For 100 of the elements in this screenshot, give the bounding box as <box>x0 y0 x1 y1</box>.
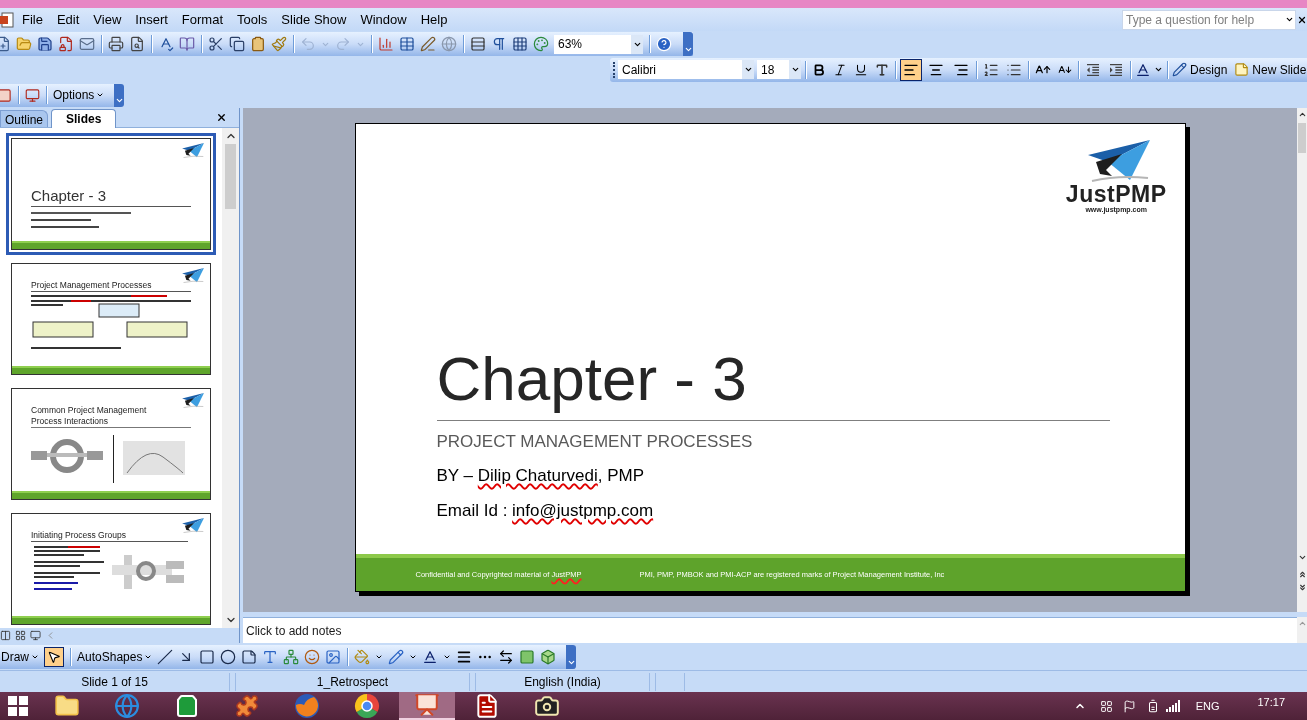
presentation-icon[interactable] <box>414 692 440 718</box>
pilcrow-icon[interactable] <box>491 36 507 52</box>
table-icon[interactable] <box>399 36 415 52</box>
email-icon[interactable] <box>79 36 95 52</box>
font-color-icon[interactable] <box>1135 61 1151 78</box>
scroll-down-icon[interactable] <box>1297 553 1307 562</box>
menu-item[interactable]: Help <box>420 11 448 28</box>
open-folder-icon[interactable] <box>16 36 32 52</box>
color-palette-icon[interactable] <box>533 36 549 52</box>
underline-icon[interactable] <box>854 62 868 77</box>
help-icon[interactable] <box>656 36 672 52</box>
menu-item[interactable]: View <box>93 11 122 28</box>
slide-thumbnail[interactable]: Chapter - 3 <box>6 133 216 255</box>
zoom-dropdown[interactable]: 63% <box>554 34 643 54</box>
start-icon[interactable] <box>8 696 28 716</box>
font-color-icon[interactable] <box>422 648 439 665</box>
new-slide-button[interactable]: New Slide <box>1234 60 1307 79</box>
shopping-bag-icon[interactable] <box>175 694 199 718</box>
autoshapes-menu-button[interactable]: AutoShapes <box>77 647 153 666</box>
font-size-dropdown[interactable]: 18 <box>757 60 801 79</box>
print-preview-icon[interactable] <box>129 36 145 52</box>
picture-icon[interactable] <box>325 648 342 665</box>
cube-icon[interactable] <box>540 648 557 665</box>
toolbar-chevron-icon[interactable] <box>114 83 125 107</box>
pane-tab[interactable]: Outline <box>0 110 49 127</box>
puzzle-icon[interactable] <box>235 694 259 718</box>
menu-item[interactable]: Format <box>181 11 223 28</box>
save-icon[interactable] <box>37 36 53 52</box>
menu-item[interactable]: Window <box>360 11 407 28</box>
monitor-icon[interactable] <box>30 630 41 641</box>
toolbar-chevron-icon[interactable] <box>566 644 577 669</box>
scroll-up-icon[interactable] <box>1297 110 1307 119</box>
paintbrush-icon[interactable] <box>271 36 287 52</box>
folded-page-icon[interactable] <box>241 648 258 665</box>
copy-icon[interactable] <box>229 36 245 52</box>
book-icon[interactable] <box>179 36 195 52</box>
text-icon[interactable] <box>875 62 889 77</box>
locked-document-icon[interactable] <box>58 36 74 52</box>
caret-icon[interactable] <box>1154 65 1163 74</box>
double-chevron-up-icon[interactable] <box>1297 570 1307 579</box>
lines-icon[interactable] <box>456 648 473 665</box>
draw-menu-button[interactable]: Draw <box>0 647 39 666</box>
text-icon[interactable] <box>262 648 279 665</box>
select-tool-button[interactable] <box>44 646 64 667</box>
flag-icon[interactable] <box>1122 699 1136 713</box>
language-indicator[interactable]: ENG <box>1195 697 1220 715</box>
menu-item[interactable]: Insert <box>135 11 168 28</box>
smiley-icon[interactable] <box>304 648 321 665</box>
line-icon[interactable] <box>157 648 174 665</box>
camera-icon[interactable] <box>534 693 560 719</box>
help-search-field[interactable]: Type a question for help <box>1122 9 1296 30</box>
align-left-button[interactable] <box>900 58 922 81</box>
chart-icon[interactable] <box>378 36 394 52</box>
grid-icon[interactable] <box>512 36 528 52</box>
signal-bars-icon[interactable] <box>1165 700 1180 712</box>
italic-icon[interactable] <box>833 62 847 77</box>
caret-icon <box>96 91 105 99</box>
vertical-scrollbar[interactable] <box>222 128 239 628</box>
vertical-scrollbar[interactable] <box>1297 617 1307 643</box>
notes-field[interactable]: Click to add notes <box>243 617 1297 643</box>
indent-increase-icon[interactable] <box>1108 61 1124 78</box>
toolbar-chevron-icon[interactable] <box>683 32 693 56</box>
rectangle-icon[interactable] <box>199 648 216 665</box>
pencil-icon <box>1172 62 1187 77</box>
oval-icon[interactable] <box>220 648 237 665</box>
fox-globe-icon[interactable] <box>294 693 320 719</box>
scrollbar-thumb[interactable] <box>225 144 236 209</box>
close-icon[interactable] <box>1297 14 1307 25</box>
spelling-icon[interactable] <box>158 36 174 52</box>
segmented-circle-icon[interactable] <box>354 693 380 719</box>
slide-subtitle: PROJECT MANAGEMENT PROCESSES <box>436 432 753 452</box>
indent-decrease-icon[interactable] <box>1085 61 1101 78</box>
grid-icon[interactable] <box>15 630 26 641</box>
rows-icon[interactable] <box>470 36 486 52</box>
font-dropdown[interactable]: Calibri <box>618 60 754 79</box>
menu-item[interactable]: File <box>22 11 43 28</box>
pane-tab[interactable]: Slides <box>51 109 117 128</box>
vertical-scrollbar[interactable] <box>1297 108 1307 612</box>
monitor-icon[interactable] <box>25 87 40 103</box>
document-icon[interactable] <box>474 693 500 719</box>
menu-item[interactable]: Slide Show <box>281 11 347 28</box>
pencil-icon[interactable] <box>388 648 405 665</box>
design-button[interactable]: Design <box>1172 60 1228 79</box>
double-arrow-icon[interactable] <box>498 648 515 665</box>
grid-icon[interactable] <box>1099 699 1113 713</box>
clock-time[interactable]: 17:17 <box>1257 693 1285 711</box>
numbered-list-icon[interactable] <box>983 61 999 78</box>
menu-item[interactable]: Tools <box>237 11 268 28</box>
pencil-icon[interactable] <box>420 36 436 52</box>
close-icon[interactable] <box>216 112 227 123</box>
columns-icon[interactable] <box>0 630 11 641</box>
print-icon[interactable] <box>108 36 124 52</box>
paste-icon[interactable] <box>250 36 266 52</box>
double-chevron-down-icon[interactable] <box>1297 583 1307 592</box>
diagram-icon[interactable] <box>283 648 300 665</box>
bold-icon[interactable] <box>812 62 826 77</box>
menu-item[interactable]: Edit <box>56 11 80 28</box>
scrollbar-thumb[interactable] <box>1298 123 1306 153</box>
globe-icon[interactable] <box>114 693 140 719</box>
cut-icon[interactable] <box>208 36 224 52</box>
